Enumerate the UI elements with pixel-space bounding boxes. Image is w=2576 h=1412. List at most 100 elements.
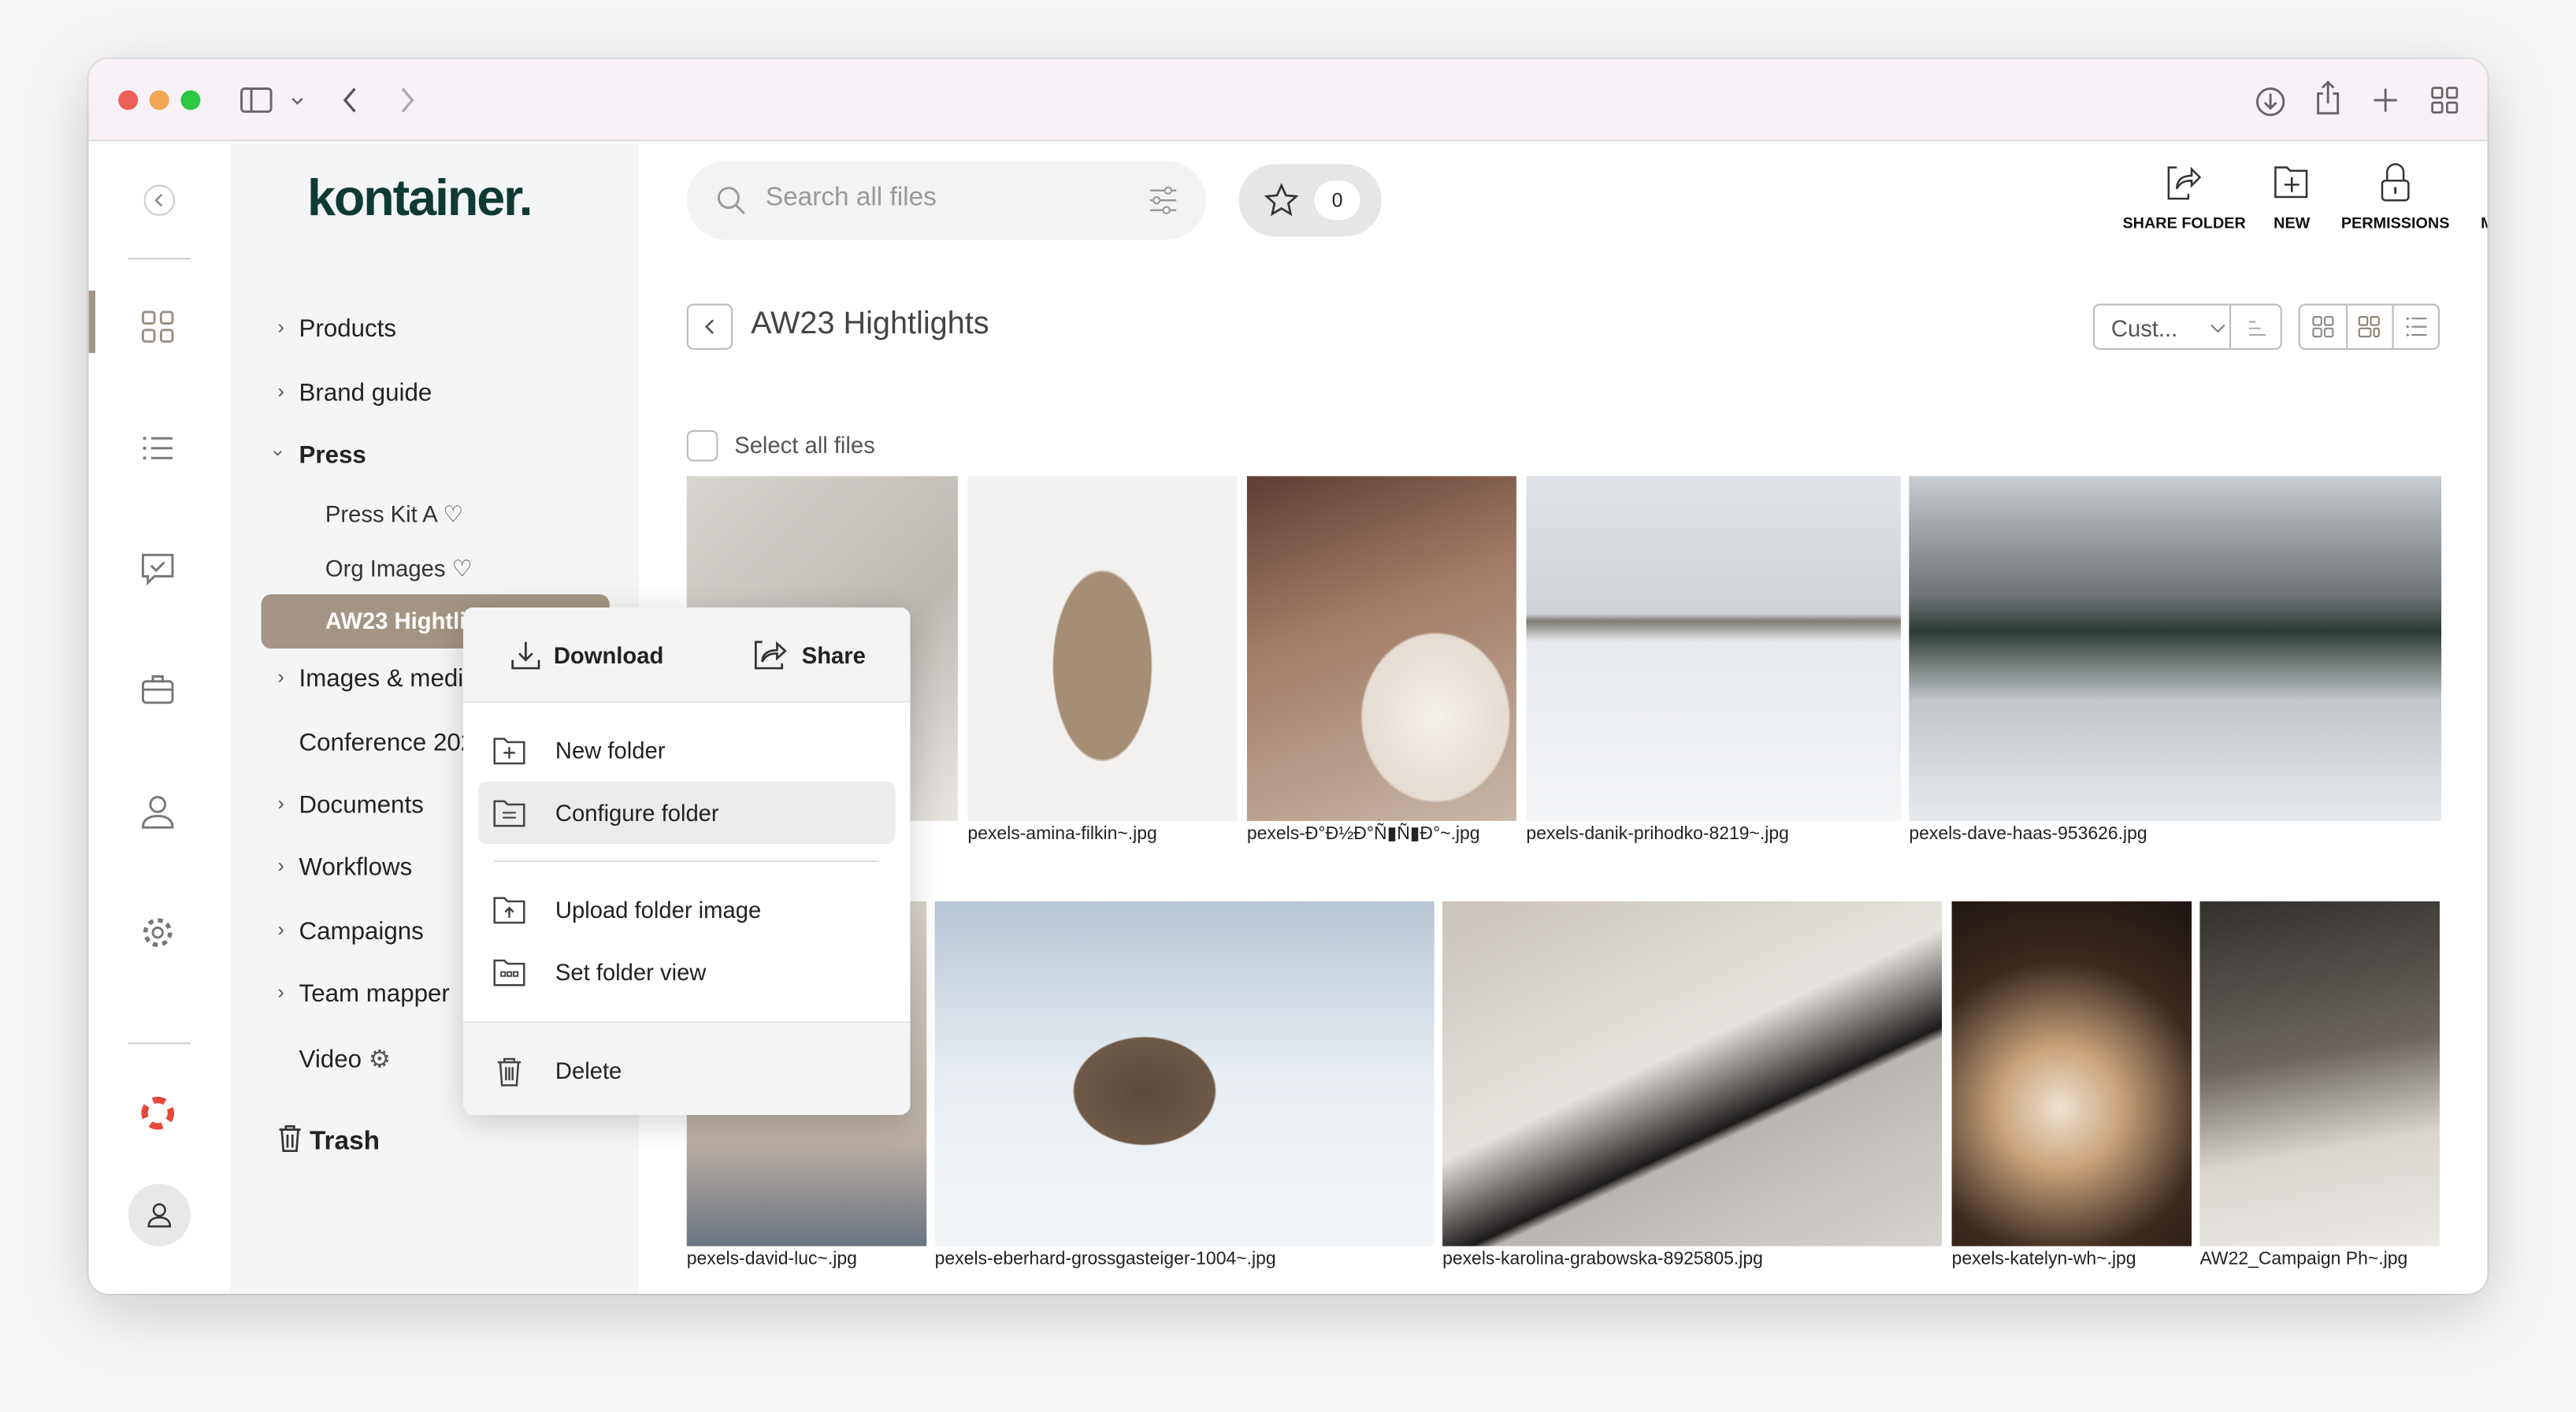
heart-icon[interactable]: ♡ — [443, 501, 463, 527]
chevron-right-icon[interactable]: › — [277, 379, 284, 402]
dashboard-icon[interactable] — [139, 309, 176, 345]
nav-item-products[interactable]: Products — [299, 315, 396, 343]
divider — [128, 1042, 191, 1045]
avatar[interactable] — [128, 1183, 191, 1247]
file-name[interactable]: pexels-karolina-grabowska-8925805.jpg — [1442, 1250, 1942, 1271]
search-input[interactable]: Search all files — [686, 161, 1206, 240]
briefcase-icon[interactable] — [139, 671, 176, 708]
main-content: Search all files 0 SHARE FOLDER NEW PERM… — [639, 143, 2487, 1294]
label: NEW — [2273, 214, 2311, 233]
label: Delete — [555, 1057, 622, 1084]
nav-item-campaigns[interactable]: Campaigns — [299, 918, 424, 946]
star-icon — [1264, 182, 1300, 218]
chevron-right-icon[interactable]: › — [277, 665, 284, 688]
nav-item-documents[interactable]: Documents — [299, 791, 424, 819]
file-name[interactable]: pexels-amina-filkin~.jpg — [967, 824, 1247, 845]
gear-icon[interactable]: ⚙ — [369, 1046, 391, 1073]
file-thumbnail[interactable] — [934, 901, 1435, 1247]
file-name[interactable]: pexels-david-luc~.jpg — [687, 1250, 967, 1271]
label: Video — [299, 1046, 362, 1074]
nav-item-press[interactable]: Press — [299, 442, 366, 470]
chevron-down-icon[interactable]: › — [268, 450, 291, 456]
more-button[interactable]: MORE — [2481, 162, 2487, 233]
file-thumbnail[interactable] — [1526, 476, 1901, 821]
configure-folder-icon — [493, 800, 525, 827]
nav-item-workflows[interactable]: Workflows — [299, 854, 413, 882]
file-thumbnail[interactable] — [967, 476, 1238, 821]
menu-danger-section: Delete — [463, 1021, 911, 1115]
share-icon — [754, 641, 787, 670]
configure-folder-menu-item[interactable]: Configure folder — [477, 781, 896, 845]
sort-order-icon — [2249, 321, 2266, 336]
user-icon[interactable] — [139, 793, 176, 829]
upload-folder-image-menu-item[interactable]: Upload folder image — [478, 879, 896, 941]
set-folder-view-menu-item[interactable]: Set folder view — [478, 941, 896, 1003]
label: PERMISSIONS — [2340, 214, 2450, 233]
file-thumbnail[interactable] — [2199, 901, 2440, 1247]
permissions-button[interactable]: PERMISSIONS — [2340, 162, 2450, 233]
maximize-window-button[interactable] — [180, 90, 201, 110]
collapse-sidebar-button[interactable] — [143, 184, 176, 217]
new-folder-menu-item[interactable]: New folder — [478, 719, 896, 782]
chevron-right-icon[interactable]: › — [277, 854, 284, 877]
lock-icon — [2381, 163, 2410, 202]
chevron-right-icon[interactable]: › — [277, 791, 284, 814]
message-check-icon[interactable] — [139, 550, 176, 586]
folder-view-icon — [493, 959, 525, 987]
chevron-down-icon — [2210, 324, 2225, 333]
grid-small-view-icon — [2312, 316, 2334, 338]
label: Upload folder image — [555, 896, 762, 923]
file-thumbnail[interactable] — [1246, 476, 1516, 821]
file-name[interactable]: pexels-eberhard-grossgasteiger-1004~.jpg — [935, 1250, 1435, 1271]
plus-icon[interactable] — [2370, 85, 2400, 115]
list-icon[interactable] — [139, 430, 176, 466]
forward-icon[interactable] — [396, 85, 419, 115]
help-lifebuoy-icon[interactable] — [139, 1095, 176, 1131]
share-icon[interactable] — [2313, 80, 2343, 117]
file-name[interactable]: AW22_Campaign Ph~.jpg — [2199, 1250, 2439, 1271]
file-name[interactable]: pexels-dave-haas-953626.jpg — [1909, 824, 2402, 845]
nav-item-video[interactable]: Video ⚙ — [299, 1044, 391, 1074]
close-window-button[interactable] — [118, 90, 139, 110]
file-thumbnail[interactable] — [1909, 476, 2442, 821]
sort-dropdown[interactable]: Cust... — [2092, 303, 2282, 350]
heart-icon[interactable]: ♡ — [452, 555, 473, 581]
share-folder-button[interactable]: SHARE FOLDER — [2122, 162, 2246, 233]
sidebar-icon[interactable] — [239, 85, 305, 115]
label: Org Images — [325, 555, 446, 582]
favorites-button[interactable]: 0 — [1238, 164, 1382, 237]
back-icon[interactable] — [339, 85, 362, 115]
select-all-label[interactable]: Select all files — [734, 432, 875, 458]
title-bar — [88, 59, 2488, 142]
view-toggle[interactable] — [2298, 303, 2440, 350]
nav-item-team-mapper[interactable]: Team mapper — [299, 980, 450, 1008]
nav-item-conference[interactable]: Conference 2023 — [299, 729, 488, 756]
chevron-right-icon[interactable]: › — [277, 315, 284, 338]
chevron-right-icon[interactable]: › — [277, 918, 284, 941]
gear-icon[interactable] — [139, 915, 176, 951]
file-name[interactable]: pexels-danik-prihodko-8219~.jpg — [1526, 824, 1900, 845]
nav-item-brand-guide[interactable]: Brand guide — [299, 379, 432, 407]
nav-item-press-kit-a[interactable]: Press Kit A ♡ — [325, 501, 464, 529]
sort-value: Cust... — [2110, 315, 2178, 342]
delete-menu-item[interactable]: Delete — [478, 1039, 896, 1102]
trash-icon — [497, 1057, 522, 1087]
label: New folder — [555, 737, 666, 764]
filter-sliders-icon[interactable] — [1147, 184, 1180, 217]
label: Set folder view — [555, 958, 707, 986]
nav-item-images-media[interactable]: Images & media — [299, 665, 477, 693]
file-thumbnail[interactable] — [1442, 901, 1943, 1247]
file-thumbnail[interactable] — [1951, 901, 2192, 1247]
folder-context-menu: Download Share New folder Configure fold… — [463, 607, 911, 1115]
nav-item-org-images[interactable]: Org Images ♡ — [325, 555, 473, 582]
file-name[interactable]: pexels-Ð°Ð½Ð°Ñ▮Ñ▮Ð°~.jpg — [1247, 824, 1518, 845]
new-button[interactable]: NEW — [2272, 162, 2311, 233]
back-button[interactable] — [686, 303, 733, 350]
file-name[interactable]: pexels-katelyn-wh~.jpg — [1952, 1250, 2192, 1271]
chevron-right-icon[interactable]: › — [277, 980, 284, 1003]
download-icon[interactable] — [2254, 85, 2287, 118]
nav-item-trash[interactable]: Trash — [277, 1124, 380, 1157]
select-all-checkbox[interactable] — [686, 429, 718, 462]
minimize-window-button[interactable] — [149, 90, 169, 110]
tabs-grid-icon[interactable] — [2429, 85, 2459, 115]
